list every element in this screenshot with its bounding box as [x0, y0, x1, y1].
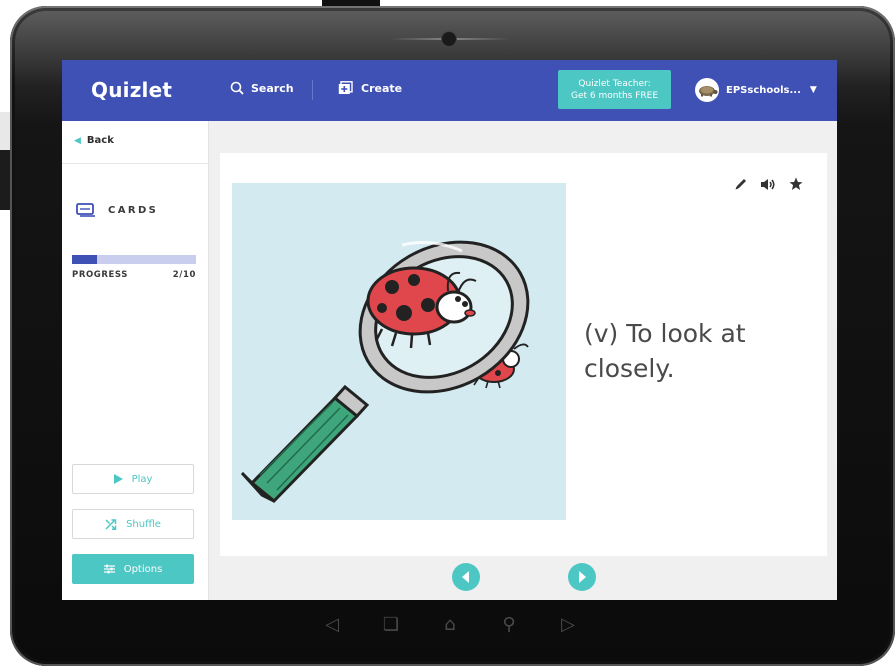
study-mode-title: CARDS [76, 203, 158, 217]
system-back-icon[interactable]: ◁ [320, 614, 344, 635]
system-recents-icon[interactable]: ❏ [379, 614, 403, 635]
edit-icon[interactable] [734, 177, 748, 191]
progress-info: PROGRESS 2/10 [72, 270, 196, 280]
options-label: Options [123, 563, 163, 575]
system-search-icon[interactable]: ⚲ [497, 614, 521, 635]
shuffle-icon [105, 518, 117, 530]
progress-count: 2/10 [172, 270, 196, 280]
play-button[interactable]: Play [72, 464, 194, 494]
previous-card-button[interactable] [452, 563, 480, 591]
card-definition: (v) To look at closely. [584, 319, 746, 383]
user-name: EPSschools... [726, 84, 801, 96]
promo-line-2: Get 6 months FREE [570, 90, 659, 101]
back-button[interactable]: ◀ Back [74, 135, 114, 146]
search-icon [230, 81, 244, 95]
flashcard[interactable]: (v) To look at closely. [220, 153, 827, 556]
play-icon [113, 474, 123, 484]
options-icon [103, 564, 115, 574]
cards-icon [76, 203, 95, 217]
magnifying-glass-ladybug-illustration [240, 240, 530, 504]
quizlet-logo[interactable]: Quizlet [91, 78, 172, 102]
sidebar-divider [62, 163, 208, 164]
app-screen: Quizlet Search Create Quizlet Teacher: G… [62, 60, 837, 600]
options-button[interactable]: Options [72, 554, 194, 584]
star-icon[interactable] [789, 177, 803, 191]
camera-icon [441, 31, 457, 47]
create-label: Create [361, 81, 403, 95]
promo-line-1: Quizlet Teacher: [578, 78, 651, 89]
mode-label: CARDS [108, 204, 159, 216]
search-button[interactable]: Search [230, 81, 294, 95]
next-card-button[interactable] [568, 563, 596, 591]
play-label: Play [131, 473, 153, 485]
turtle-avatar-icon [699, 86, 718, 97]
system-navigation-bar: ◁ ❏ ⌂ ⚲ ▷ [320, 612, 580, 636]
system-home-icon[interactable]: ⌂ [438, 614, 462, 635]
chevron-left-icon [462, 571, 469, 583]
nav-divider [312, 80, 313, 100]
user-menu[interactable]: EPSschools... ▼ [695, 78, 817, 102]
avatar [695, 78, 719, 102]
progress-bar [72, 255, 196, 264]
progress-bar-fill [72, 255, 97, 264]
back-label: Back [86, 135, 114, 146]
chevron-down-icon: ▼ [809, 85, 817, 95]
search-label: Search [251, 81, 294, 95]
back-arrow-icon: ◀ [74, 135, 81, 146]
magnifier-handle [240, 384, 370, 504]
card-image [232, 183, 566, 520]
shuffle-button[interactable]: Shuffle [72, 509, 194, 539]
top-navigation-bar: Quizlet Search Create Quizlet Teacher: G… [62, 60, 837, 121]
shuffle-label: Shuffle [126, 518, 161, 530]
audio-icon[interactable] [761, 178, 776, 191]
progress-label: PROGRESS [72, 270, 128, 280]
teacher-promo-button[interactable]: Quizlet Teacher: Get 6 months FREE [558, 70, 671, 109]
create-icon [338, 81, 353, 94]
create-button[interactable]: Create [338, 81, 402, 95]
card-toolbar [734, 177, 803, 191]
study-sidebar: ◀ Back CARDS PROGRESS 2/10 Play Shuffle … [62, 121, 209, 600]
chevron-right-icon [579, 571, 586, 583]
system-forward-icon[interactable]: ▷ [556, 614, 580, 635]
